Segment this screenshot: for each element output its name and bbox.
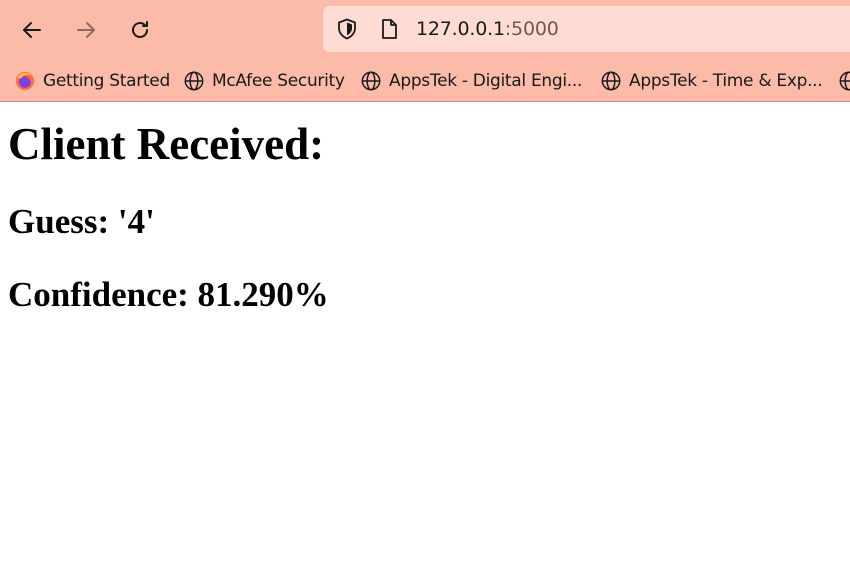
address-bar[interactable]: 127.0.0.1:5000 [323, 6, 850, 52]
shield-icon[interactable] [335, 17, 359, 41]
bookmark-mcafee-security[interactable]: McAfee Security [183, 68, 345, 94]
bookmark-label: AppsTek - Time & Exp... [629, 71, 823, 91]
bookmark-getting-started[interactable]: Getting Started [14, 68, 170, 94]
bookmark-label: AppsTek - Digital Engi... [389, 71, 583, 91]
bookmark-label: Getting Started [43, 71, 170, 91]
globe-icon [361, 71, 381, 91]
globe-icon [601, 71, 621, 91]
bookmark-label: McAfee Security [212, 71, 345, 91]
bookmark-appstek-digital[interactable]: AppsTek - Digital Engi... [360, 68, 582, 94]
arrow-right-icon [77, 22, 95, 38]
page-icon[interactable] [377, 17, 401, 41]
back-button[interactable] [14, 12, 50, 48]
firefox-icon [15, 71, 35, 91]
globe-icon [184, 71, 204, 91]
url-host: 127.0.0.1 [416, 18, 505, 40]
arrow-left-icon [23, 22, 41, 38]
url-text[interactable]: 127.0.0.1:5000 [416, 18, 559, 40]
forward-button[interactable] [68, 12, 104, 48]
bookmark-overflow[interactable] [838, 68, 850, 94]
reload-button[interactable] [122, 12, 158, 48]
page-title: Client Received: [8, 119, 325, 169]
browser-toolbar: 127.0.0.1:5000 Getting Started McAfee Se… [0, 0, 850, 102]
url-port: :5000 [504, 18, 559, 40]
bookmarks-toolbar: Getting Started McAfee Security AppsTek … [0, 64, 850, 98]
globe-icon [839, 71, 850, 91]
guess-text: Guess: '4' [8, 202, 155, 241]
bookmark-appstek-time[interactable]: AppsTek - Time & Exp... [600, 68, 823, 94]
reload-icon [132, 21, 148, 38]
confidence-text: Confidence: 81.290% [8, 275, 329, 314]
